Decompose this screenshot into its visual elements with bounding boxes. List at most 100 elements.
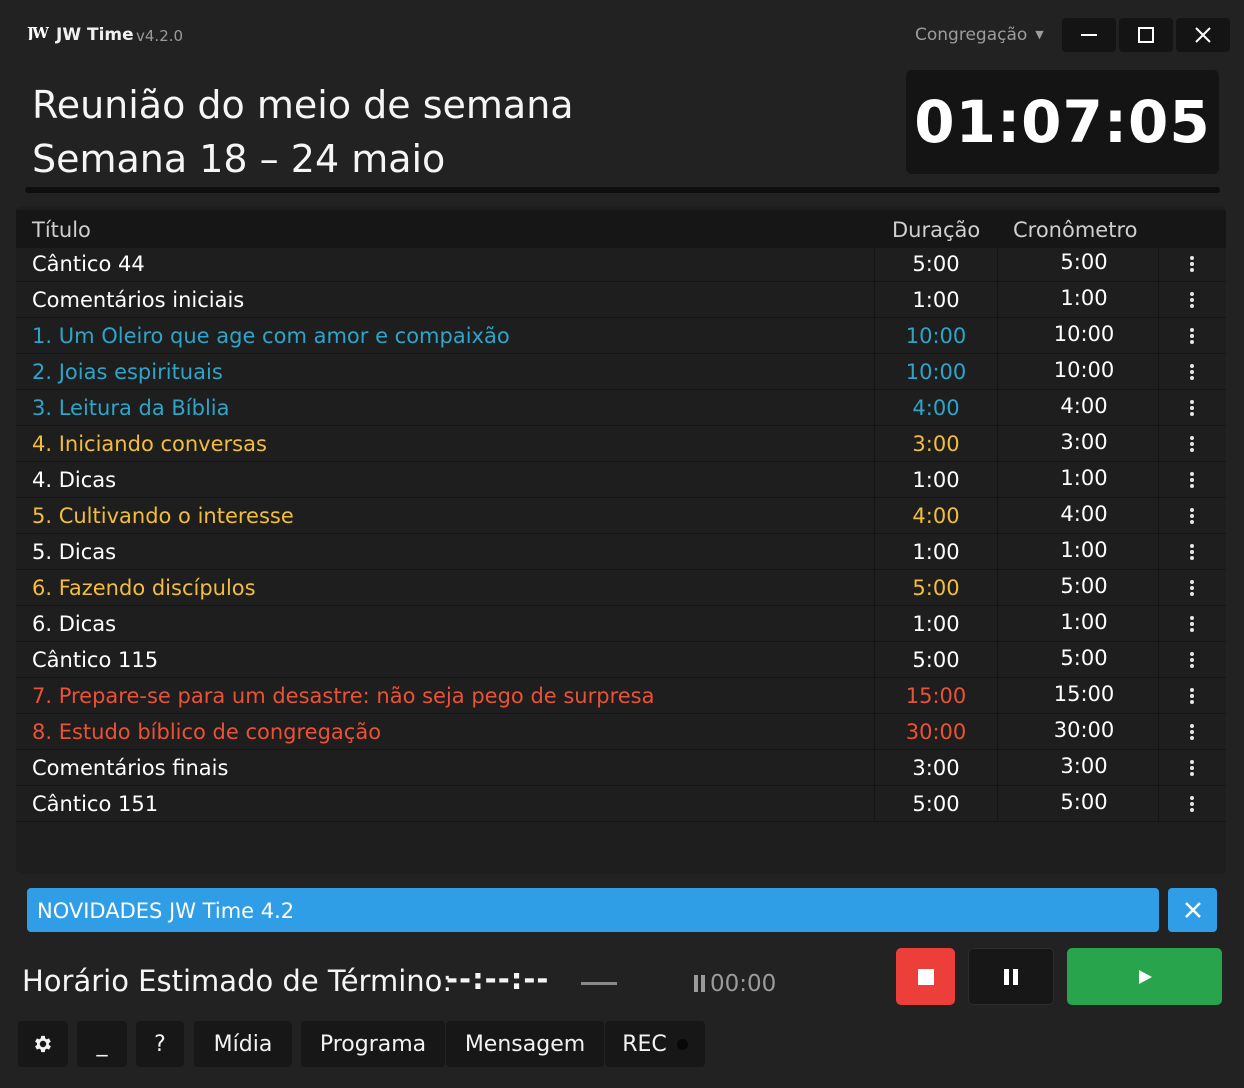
row-duration: 3:00 (874, 750, 998, 786)
table-row[interactable]: Cântico 115 5:00 5:00 (16, 642, 1226, 678)
message-button[interactable]: Mensagem (446, 1021, 604, 1067)
row-duration: 10:00 (874, 318, 998, 354)
pause-status: 00:00 (694, 971, 776, 997)
row-duration: 5:00 (874, 642, 998, 678)
row-title: 5. Cultivando o interesse (32, 504, 294, 528)
close-icon (1195, 27, 1211, 43)
pause-button[interactable] (968, 948, 1054, 1005)
column-divider (1158, 246, 1159, 282)
window-close-button[interactable] (1176, 18, 1230, 52)
more-vertical-icon[interactable] (1184, 505, 1200, 527)
news-banner[interactable]: NOVIDADES JW Time 4.2 (27, 888, 1159, 932)
more-vertical-icon[interactable] (1184, 577, 1200, 599)
column-divider (1158, 462, 1159, 498)
column-header-duration: Duração (892, 218, 981, 242)
row-duration: 5:00 (874, 570, 998, 606)
table-row[interactable]: 3. Leitura da Bíblia 4:00 4:00 (16, 390, 1226, 426)
row-title: 6. Fazendo discípulos (32, 576, 256, 600)
more-vertical-icon[interactable] (1184, 757, 1200, 779)
row-duration: 1:00 (874, 534, 998, 570)
more-vertical-icon[interactable] (1184, 433, 1200, 455)
row-title: Cântico 44 (32, 252, 145, 276)
window-minimize-button[interactable] (1062, 18, 1116, 52)
minimize-icon (1081, 34, 1097, 36)
minimize-panel-label: _ (96, 1031, 108, 1057)
table-row[interactable]: 6. Dicas 1:00 1:00 (16, 606, 1226, 642)
table-row[interactable]: 5. Dicas 1:00 1:00 (16, 534, 1226, 570)
more-vertical-icon[interactable] (1184, 361, 1200, 383)
more-vertical-icon[interactable] (1184, 397, 1200, 419)
column-divider (1158, 534, 1159, 570)
row-title: Comentários finais (32, 756, 229, 780)
column-divider (1158, 642, 1159, 678)
row-timer: 10:00 (1053, 358, 1115, 382)
row-timer: 5:00 (1060, 790, 1108, 814)
news-close-button[interactable] (1168, 888, 1217, 932)
row-duration: 30:00 (874, 714, 998, 750)
table-row[interactable]: 6. Fazendo discípulos 5:00 5:00 (16, 570, 1226, 606)
column-divider (1158, 318, 1159, 354)
table-row[interactable]: 4. Iniciando conversas 3:00 3:00 (16, 426, 1226, 462)
more-vertical-icon[interactable] (1184, 685, 1200, 707)
column-divider (1158, 750, 1159, 786)
estimated-end-value: --:--:-- (446, 962, 550, 996)
more-vertical-icon[interactable] (1184, 613, 1200, 635)
table-row[interactable]: 7. Prepare-se para um desastre: não seja… (16, 678, 1226, 714)
minimize-panel-button[interactable]: _ (77, 1021, 127, 1067)
more-vertical-icon[interactable] (1184, 469, 1200, 491)
program-button[interactable]: Programa (301, 1021, 445, 1067)
pause-time: 00:00 (710, 971, 777, 997)
column-divider (1158, 678, 1159, 714)
column-divider (1158, 282, 1159, 318)
more-vertical-icon[interactable] (1184, 793, 1200, 815)
stop-button[interactable] (896, 948, 955, 1005)
table-row[interactable]: Comentários iniciais 1:00 1:00 (16, 282, 1226, 318)
row-timer: 1:00 (1060, 466, 1108, 490)
record-button[interactable]: REC (605, 1021, 705, 1067)
table-row[interactable]: 8. Estudo bíblico de congregação 30:00 30:… (16, 714, 1226, 750)
table-row[interactable]: 1. Um Oleiro que age com amor e compaixã… (16, 318, 1226, 354)
table-row[interactable]: 5. Cultivando o interesse 4:00 4:00 (16, 498, 1226, 534)
row-title: 6. Dicas (32, 612, 117, 636)
more-vertical-icon[interactable] (1184, 253, 1200, 275)
row-timer: 5:00 (1060, 646, 1108, 670)
row-duration: 4:00 (874, 390, 998, 426)
row-timer: 1:00 (1060, 286, 1108, 310)
column-divider (1158, 354, 1159, 390)
media-button[interactable]: Mídia (194, 1021, 292, 1067)
program-label: Programa (319, 1031, 427, 1057)
table-row[interactable]: 4. Dicas 1:00 1:00 (16, 462, 1226, 498)
table-row[interactable]: 2. Joias espirituais 10:00 10:00 (16, 354, 1226, 390)
congregation-select[interactable]: Congregação ▼ (915, 25, 1044, 45)
play-icon (1138, 969, 1152, 984)
table-header: Título Duração Cronômetro (16, 210, 1226, 248)
main-clock: 01:07:05 (906, 70, 1219, 174)
close-icon (1184, 902, 1201, 918)
pause-icon (694, 975, 706, 992)
play-button[interactable] (1067, 948, 1222, 1005)
table-row[interactable]: Cântico 151 5:00 5:00 (16, 786, 1226, 822)
congregation-select-label: Congregação (915, 25, 1028, 45)
maximize-icon (1138, 27, 1154, 43)
more-vertical-icon[interactable] (1184, 721, 1200, 743)
more-vertical-icon[interactable] (1184, 325, 1200, 347)
more-vertical-icon[interactable] (1184, 541, 1200, 563)
gear-icon (35, 1035, 51, 1053)
settings-button[interactable] (18, 1021, 68, 1067)
row-timer: 5:00 (1060, 250, 1108, 274)
more-vertical-icon[interactable] (1184, 649, 1200, 671)
table-row[interactable]: Comentários finais 3:00 3:00 (16, 750, 1226, 786)
table-row[interactable]: Cântico 44 5:00 5:00 (16, 246, 1226, 282)
record-indicator-icon (676, 1038, 688, 1050)
more-vertical-icon[interactable] (1184, 289, 1200, 311)
row-duration: 3:00 (874, 426, 998, 462)
app-name: JW Time (56, 25, 134, 45)
column-divider (1158, 606, 1159, 642)
row-duration: 1:00 (874, 282, 998, 318)
row-title: 2. Joias espirituais (32, 360, 223, 384)
column-divider (1158, 498, 1159, 534)
row-title: 4. Dicas (32, 468, 117, 492)
column-divider (1158, 570, 1159, 606)
help-button[interactable]: ? (136, 1021, 184, 1067)
window-maximize-button[interactable] (1119, 18, 1173, 52)
